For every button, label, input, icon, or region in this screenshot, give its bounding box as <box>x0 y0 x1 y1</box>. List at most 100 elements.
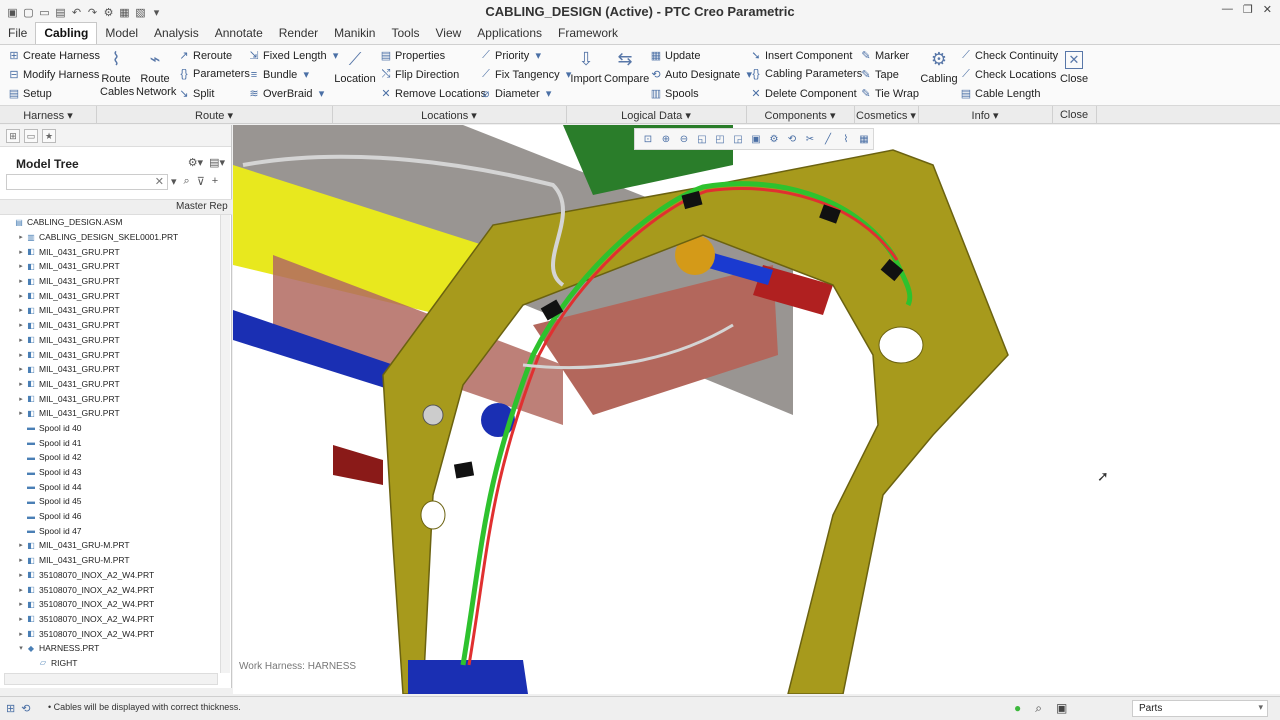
route-cables-button[interactable]: ⌇ Route Cables <box>100 47 134 99</box>
tree-node[interactable]: ▸ ◧ MIL_0431_GRU.PRT <box>0 259 220 274</box>
restore-icon[interactable]: ❐ <box>1243 3 1253 16</box>
bundle-button[interactable]: ≡ Bundle ▾ <box>248 68 312 82</box>
update-button[interactable]: ▦ Update <box>650 49 701 63</box>
group-logical-data[interactable]: Logical Data ▾ <box>566 109 746 122</box>
view-tool-icon[interactable]: ◰ <box>713 134 727 145</box>
insert-component-button[interactable]: ➘ Insert Component <box>750 49 852 63</box>
view-tool-icon[interactable]: ◱ <box>695 134 709 145</box>
properties-button[interactable]: ▤ Properties <box>380 49 445 63</box>
close-button[interactable]: ✕ Close <box>1056 47 1092 86</box>
tab-tools[interactable]: Tools <box>383 23 427 44</box>
tree-node[interactable]: ▸ ◧ 35108070_INOX_A2_W4.PRT <box>0 597 220 612</box>
tree-node[interactable]: ▸ ◧ MIL_0431_GRU.PRT <box>0 303 220 318</box>
expand-toggle-icon[interactable]: ▸ <box>16 248 26 256</box>
expand-toggle-icon[interactable]: ▸ <box>16 336 26 344</box>
remove-locations-button[interactable]: ✕ Remove Locations <box>380 87 486 101</box>
tree-node[interactable]: ▱ RIGHT <box>0 656 220 671</box>
view-tool-icon[interactable]: ◲ <box>731 134 745 145</box>
view-tool-icon[interactable]: ▣ <box>749 134 763 145</box>
fix-tangency-button[interactable]: ⟋ Fix Tangency ▾ <box>480 68 575 81</box>
view-tool-icon[interactable]: ⟲ <box>785 134 799 145</box>
compare-button[interactable]: ⇆ Compare <box>604 47 649 86</box>
clear-search-icon[interactable]: ✕ <box>155 175 164 188</box>
dropdown-icon[interactable]: ▾ <box>171 175 177 188</box>
check-continuity-button[interactable]: ⟋ Check Continuity <box>960 49 1058 62</box>
quick-access-icon[interactable]: ▦ <box>118 6 131 19</box>
group-route[interactable]: Route ▾ <box>96 109 332 122</box>
parameters-button[interactable]: {} Parameters <box>178 68 250 80</box>
quick-access-icon[interactable]: ⚙ <box>102 6 115 19</box>
overbraid-button[interactable]: ≋ OverBraid ▾ <box>248 87 328 101</box>
check-locations-button[interactable]: ⟋ Check Locations <box>960 68 1056 81</box>
find-icon[interactable]: ⌕ <box>1035 701 1042 716</box>
group-info[interactable]: Info ▾ <box>918 109 1052 122</box>
cable-length-button[interactable]: ▤ Cable Length <box>960 87 1041 101</box>
refresh-icon[interactable]: ⟲ <box>21 702 30 715</box>
tree-node[interactable]: ▸ ◧ MIL_0431_GRU.PRT <box>0 288 220 303</box>
modify-harness-button[interactable]: ⊟ Modify Harness <box>8 68 99 82</box>
expand-toggle-icon[interactable]: ▸ <box>16 600 26 608</box>
priority-button[interactable]: ⟋ Priority ▾ <box>480 49 544 62</box>
view-tool-icon[interactable]: ╱ <box>821 134 835 145</box>
tree-node[interactable]: ▸ ◧ MIL_0431_GRU.PRT <box>0 406 220 421</box>
tab-file[interactable]: File <box>0 23 35 44</box>
tree-node[interactable]: ▬ Spool id 40 <box>0 421 220 436</box>
tab-model[interactable]: Model <box>97 23 146 44</box>
expand-toggle-icon[interactable]: ▸ <box>16 306 26 314</box>
quick-access-icon[interactable]: ↶ <box>70 6 83 19</box>
expand-toggle-icon[interactable]: ▸ <box>16 321 26 329</box>
create-harness-button[interactable]: ⊞ Create Harness <box>8 49 100 63</box>
tab-view[interactable]: View <box>428 23 470 44</box>
tree-node[interactable]: ▸ ◧ 35108070_INOX_A2_W4.PRT <box>0 582 220 597</box>
view-tool-icon[interactable]: ⊡ <box>641 134 655 145</box>
delete-component-button[interactable]: ✕ Delete Component <box>750 87 856 101</box>
reroute-button[interactable]: ↗ Reroute <box>178 49 232 63</box>
tree-node[interactable]: ▾ ◆ HARNESS.PRT <box>0 641 220 656</box>
tab-annotate[interactable]: Annotate <box>207 23 271 44</box>
cabling-button[interactable]: ⚙ Cabling <box>920 47 958 86</box>
expand-toggle-icon[interactable]: ▸ <box>16 586 26 594</box>
tree-node[interactable]: ▸ ◧ MIL_0431_GRU-M.PRT <box>0 553 220 568</box>
tree-node[interactable]: ▸ ◧ 35108070_INOX_A2_W4.PRT <box>0 612 220 627</box>
expand-toggle-icon[interactable]: ▸ <box>16 365 26 373</box>
minimize-icon[interactable]: — <box>1222 3 1233 16</box>
expand-toggle-icon[interactable]: ▸ <box>16 541 26 549</box>
view-tool-icon[interactable]: ⚙ <box>767 134 781 145</box>
route-network-button[interactable]: ⌁ Route Network <box>136 47 176 99</box>
tab-applications[interactable]: Applications <box>469 23 550 44</box>
expand-toggle-icon[interactable]: ▸ <box>16 395 26 403</box>
import-button[interactable]: ⇩ Import <box>570 47 602 86</box>
quick-access-icon[interactable]: ▭ <box>38 6 51 19</box>
tree-node[interactable]: ▸ ◧ 35108070_INOX_A2_W4.PRT <box>0 626 220 641</box>
tree-node[interactable]: ▸ ◧ MIL_0431_GRU.PRT <box>0 362 220 377</box>
tree-node[interactable]: ▸ ◧ MIL_0431_GRU.PRT <box>0 333 220 348</box>
expand-toggle-icon[interactable]: ▸ <box>16 262 26 270</box>
expand-toggle-icon[interactable]: ▸ <box>16 615 26 623</box>
cabling-parameters-button[interactable]: {} Cabling Parameters <box>750 68 862 80</box>
tree-node[interactable]: ▸ ◧ MIL_0431_GRU.PRT <box>0 318 220 333</box>
model-display-icon[interactable]: ⊞ <box>6 702 15 715</box>
quick-access-icon[interactable]: ▤ <box>54 6 67 19</box>
view-tool-icon[interactable]: ✂ <box>803 134 817 145</box>
tree-node[interactable]: ▬ Spool id 47 <box>0 523 220 538</box>
tree-settings-icon[interactable]: ⚙▾ <box>188 156 203 169</box>
folder-browser-tab-icon[interactable]: ▭ <box>24 129 38 143</box>
add-column-icon[interactable]: + <box>212 175 218 188</box>
location-button[interactable]: ⟋ Location <box>334 47 376 86</box>
group-close[interactable]: Close <box>1052 109 1096 121</box>
quick-access-icon[interactable]: ▢ <box>22 6 35 19</box>
quick-access-icon[interactable]: ▧ <box>134 6 147 19</box>
view-tool-icon[interactable]: ⊖ <box>677 134 691 145</box>
find-icon[interactable]: ⌕ <box>184 175 190 188</box>
quick-access-icon[interactable]: ▣ <box>6 6 19 19</box>
tree-node[interactable]: ▬ Spool id 43 <box>0 465 220 480</box>
fixed-length-button[interactable]: ⇲ Fixed Length ▾ <box>248 49 342 63</box>
tree-search-input[interactable]: ✕ <box>6 174 168 190</box>
close-window-icon[interactable]: ✕ <box>1263 3 1272 16</box>
tab-render[interactable]: Render <box>271 23 326 44</box>
split-button[interactable]: ↘ Split <box>178 87 214 101</box>
expand-toggle-icon[interactable]: ▾ <box>16 644 26 652</box>
model-tree-tab-icon[interactable]: ⊞ <box>6 129 20 143</box>
expand-toggle-icon[interactable]: ▸ <box>16 277 26 285</box>
tree-node[interactable]: ▤ CABLING_DESIGN.ASM <box>0 215 220 230</box>
